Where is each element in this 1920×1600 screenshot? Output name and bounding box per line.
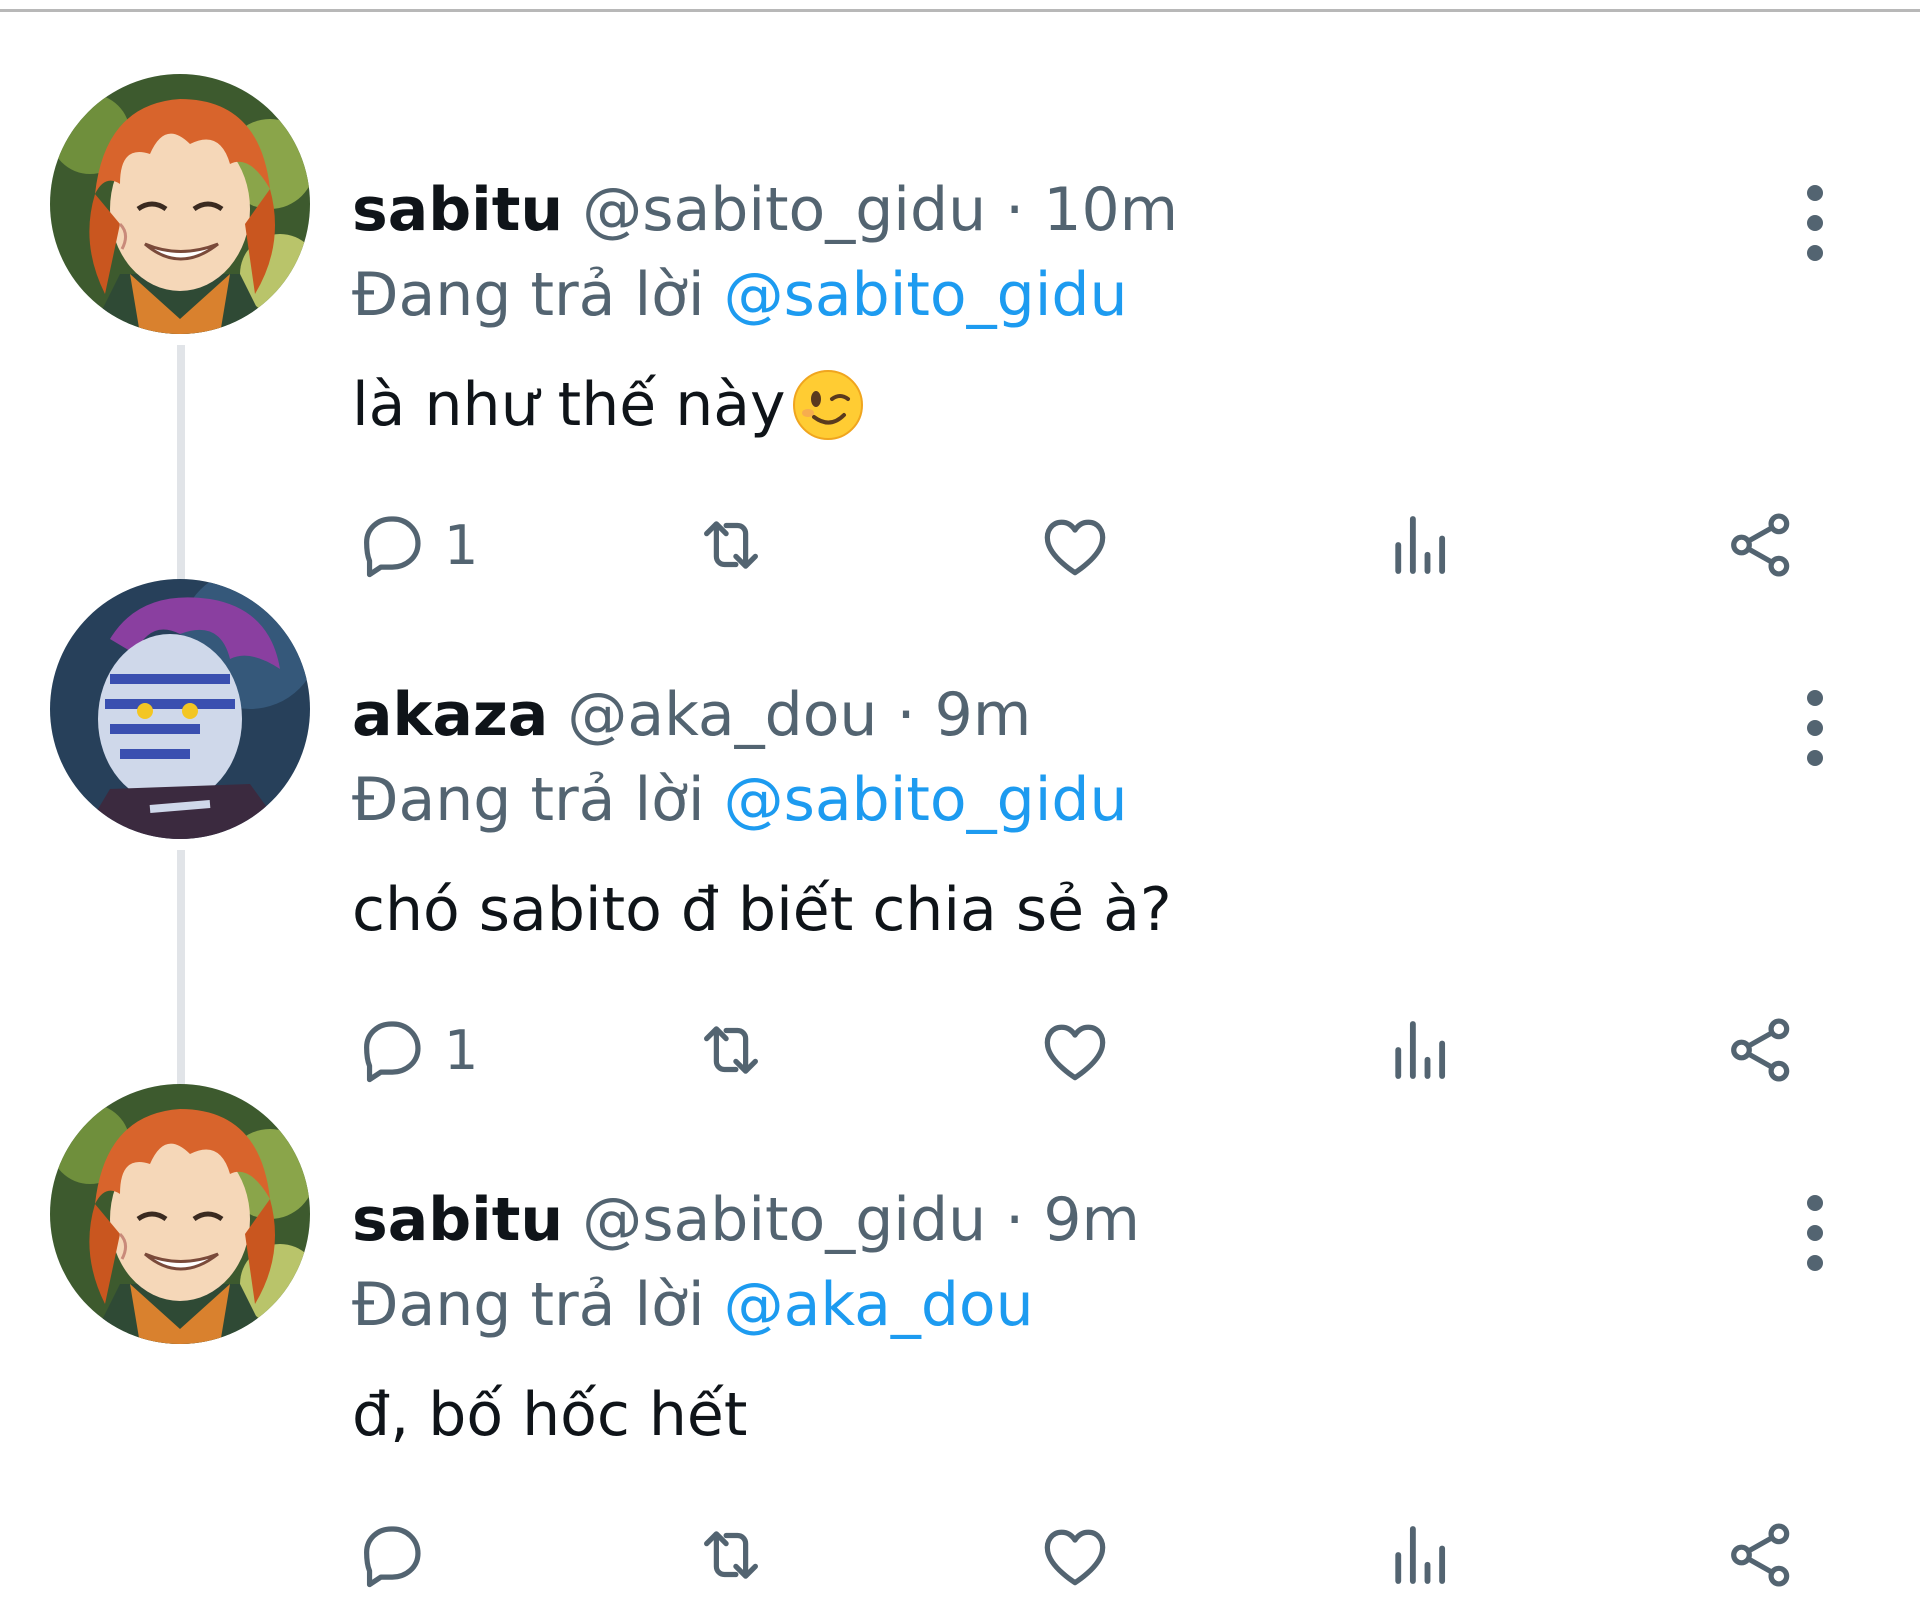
reply-count: 1 (444, 1018, 479, 1082)
tweet: akaza @aka_dou · 9m Đang trả lời @sabito… (0, 585, 1920, 1090)
mention-link[interactable]: @aka_dou (724, 1270, 1034, 1340)
user-handle[interactable]: @aka_dou (567, 680, 877, 750)
akaza-avatar-image (50, 579, 310, 839)
tweet-header: sabitu @sabito_gidu · 9m (352, 1180, 1140, 1260)
separator-dot: · (1005, 1185, 1025, 1255)
more-options-button[interactable] (1780, 168, 1850, 278)
retweet-icon (704, 521, 758, 569)
reply-button[interactable]: 1 (352, 1005, 478, 1095)
views-button[interactable] (1382, 1510, 1460, 1600)
display-name[interactable]: sabitu (352, 1185, 563, 1255)
user-handle[interactable]: @sabito_gidu (582, 175, 986, 245)
timestamp[interactable]: 10m (1043, 175, 1178, 245)
replying-to: Đang trả lời @sabito_gidu (352, 760, 1128, 840)
share-icon (1731, 1523, 1790, 1587)
views-button[interactable] (1382, 500, 1460, 590)
user-handle[interactable]: @sabito_gidu (582, 1185, 986, 1255)
like-icon (1044, 1024, 1106, 1081)
more-options-button[interactable] (1780, 673, 1850, 783)
more-options-icon (1807, 690, 1823, 766)
views-icon (1395, 516, 1446, 574)
winking-face-emoji-icon (792, 370, 863, 440)
retweet-icon (704, 1531, 758, 1579)
like-button[interactable] (1036, 1510, 1114, 1600)
like-icon (1044, 519, 1106, 576)
tweet-text-content: là như thế này (352, 370, 786, 440)
timestamp[interactable]: 9m (1043, 1185, 1140, 1255)
tweet-header: sabitu @sabito_gidu · 10m (352, 170, 1178, 250)
share-icon (1731, 513, 1790, 577)
replying-prefix: Đang trả lời (352, 1270, 705, 1340)
like-button[interactable] (1036, 500, 1114, 590)
timestamp[interactable]: 9m (935, 680, 1032, 750)
tweet: sabitu @sabito_gidu · 10m Đang trả lời @… (0, 80, 1920, 585)
sabito-avatar-image (50, 74, 310, 334)
more-options-button[interactable] (1780, 1178, 1850, 1288)
mention-link[interactable]: @sabito_gidu (724, 260, 1128, 330)
retweet-button[interactable] (692, 1005, 770, 1095)
like-button[interactable] (1036, 1005, 1114, 1095)
tweet-actions: 1 (0, 1005, 1920, 1095)
avatar[interactable] (50, 74, 310, 334)
separator-dot: · (896, 680, 916, 750)
tweet: sabitu @sabito_gidu · 9m Đang trả lời @a… (0, 1090, 1920, 1595)
tweet-text: đ, bố hốc hết (352, 1375, 747, 1455)
top-divider (0, 0, 1920, 12)
tweet-text-content: đ, bố hốc hết (352, 1380, 748, 1450)
tweet-actions: 1 (0, 500, 1920, 590)
reply-icon (364, 1021, 421, 1083)
display-name[interactable]: sabitu (352, 175, 563, 245)
views-button[interactable] (1382, 1005, 1460, 1095)
reply-button[interactable]: 1 (352, 500, 478, 590)
replying-prefix: Đang trả lời (352, 765, 705, 835)
tweet-text-content: chó sabito đ biết chia sẻ à? (352, 875, 1172, 945)
retweet-icon (704, 1026, 758, 1074)
more-options-icon (1807, 185, 1823, 261)
sabito-avatar-image (50, 1084, 310, 1344)
avatar[interactable] (50, 1084, 310, 1344)
share-button[interactable] (1722, 1005, 1800, 1095)
tweet-text: chó sabito đ biết chia sẻ à? (352, 870, 1172, 950)
reply-count: 1 (444, 513, 479, 577)
more-options-icon (1807, 1195, 1823, 1271)
reply-icon (364, 1526, 421, 1588)
retweet-button[interactable] (692, 1510, 770, 1600)
display-name[interactable]: akaza (352, 680, 548, 750)
tweet-header: akaza @aka_dou · 9m (352, 675, 1031, 755)
share-button[interactable] (1722, 1510, 1800, 1600)
tweet-actions (0, 1510, 1920, 1600)
views-icon (1395, 1021, 1446, 1079)
reply-button[interactable] (352, 1510, 444, 1600)
retweet-button[interactable] (692, 500, 770, 590)
replying-to: Đang trả lời @aka_dou (352, 1265, 1034, 1345)
views-icon (1395, 1526, 1446, 1584)
separator-dot: · (1005, 175, 1025, 245)
like-icon (1044, 1529, 1106, 1586)
replying-prefix: Đang trả lời (352, 260, 705, 330)
avatar[interactable] (50, 579, 310, 839)
mention-link[interactable]: @sabito_gidu (724, 765, 1128, 835)
share-icon (1731, 1018, 1790, 1082)
replying-to: Đang trả lời @sabito_gidu (352, 255, 1128, 335)
share-button[interactable] (1722, 500, 1800, 590)
reply-icon (364, 516, 421, 578)
tweet-text: là như thế này (352, 365, 866, 445)
